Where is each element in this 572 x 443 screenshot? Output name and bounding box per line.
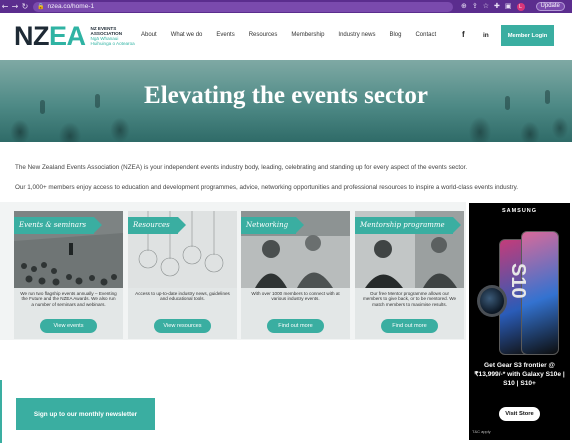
nav-item-membership[interactable]: Membership: [291, 32, 324, 38]
card-tag: Events & seminars: [14, 217, 103, 234]
browser-toolbar: ← → ↻ 🔒 nzea.co/home-1 ⊕ ⇪ ☆ ✚ ▣ L Updat…: [0, 0, 572, 13]
view-events-button[interactable]: View events: [40, 319, 97, 333]
logo-line: Huihuinga o Aotearoa: [90, 41, 135, 46]
accent-strip: [0, 380, 2, 443]
arrow-right-icon[interactable]: →: [10, 0, 20, 13]
nav-item-blog[interactable]: Blog: [389, 32, 401, 38]
logo-main: NZ: [14, 21, 50, 51]
intro-paragraph: Our 1,000+ members enjoy access to educa…: [15, 184, 519, 191]
ad-model-text: S10: [507, 263, 529, 299]
card-networking: Networking With over 1000 members to con…: [241, 211, 350, 339]
arrow-left-icon[interactable]: ←: [0, 0, 10, 13]
hero-title: Elevating the events sector: [144, 82, 428, 109]
extension-puzzle-icon[interactable]: ✚: [494, 0, 500, 13]
lock-icon: 🔒: [37, 3, 45, 10]
card-tag: Networking: [241, 217, 305, 234]
smartwatch-image: [477, 285, 507, 317]
zoom-icon[interactable]: ⊕: [461, 0, 467, 13]
reload-icon[interactable]: ↻: [20, 0, 30, 13]
card-description: Our free Mentor programme allows our mem…: [362, 291, 457, 307]
linkedin-icon[interactable]: in: [483, 32, 489, 39]
card-description: With over 1000 members to connect with a…: [251, 291, 340, 302]
member-login-button[interactable]: Member Login: [501, 25, 554, 46]
card-tag: Resources: [128, 217, 186, 234]
nav-item-contact[interactable]: Contact: [415, 32, 436, 38]
card-tag: Mentorship programme: [355, 217, 461, 234]
nav-item-what-we-do[interactable]: What we do: [171, 32, 203, 38]
find-out-more-mentorship-button[interactable]: Find out more: [381, 319, 438, 333]
share-icon[interactable]: ⇪: [472, 0, 478, 13]
nav-item-about[interactable]: About: [141, 32, 157, 38]
card-description: Access to up-to-date industry news, guid…: [135, 291, 230, 302]
ad-brand: SAMSUNG: [501, 208, 538, 214]
sidebar-icon[interactable]: ▣: [505, 0, 512, 13]
bookmark-star-icon[interactable]: ☆: [483, 0, 489, 13]
nav-item-resources[interactable]: Resources: [249, 32, 278, 38]
nzea-logo[interactable]: NZEA NZ EVENTS ASSOCIATION Ngā Whanaui H…: [14, 23, 135, 50]
nav-item-industry-news[interactable]: Industry news: [338, 32, 375, 38]
samsung-advertisement[interactable]: SAMSUNG S10 Get Gear S3 frontier @ ₹13,9…: [469, 203, 570, 440]
card-mentorship: Mentorship programme Our free Mentor pro…: [355, 211, 464, 339]
find-out-more-networking-button[interactable]: Find out more: [267, 319, 324, 333]
main-nav: About What we do Events Resources Member…: [141, 32, 450, 38]
ad-terms: T&C apply: [472, 429, 491, 434]
ad-headline: Get Gear S3 frontier @ ₹13,999/-* with G…: [474, 362, 565, 387]
url-text[interactable]: nzea.co/home-1: [47, 3, 94, 10]
logo-accent: EA: [49, 21, 86, 51]
site-header: NZEA NZ EVENTS ASSOCIATION Ngā Whanaui H…: [0, 13, 572, 60]
update-button[interactable]: Update: [535, 2, 565, 11]
view-resources-button[interactable]: View resources: [154, 319, 211, 333]
newsletter-signup-button[interactable]: Sign up to our monthly newsletter: [16, 398, 155, 430]
card-events: Events & seminars We run two flagship ev…: [14, 211, 123, 339]
intro-paragraph: The New Zealand Events Association (NZEA…: [15, 164, 468, 171]
address-bar[interactable]: 🔒 nzea.co/home-1: [33, 1, 453, 12]
nav-item-events[interactable]: Events: [216, 32, 234, 38]
hero-banner: Elevating the events sector: [0, 60, 572, 142]
profile-avatar[interactable]: L: [516, 2, 525, 11]
visit-store-button[interactable]: Visit Store: [499, 407, 540, 421]
card-resources: Resources Access to up-to-date industry …: [128, 211, 237, 339]
card-description: We run two flagship events annually – Ev…: [20, 291, 117, 307]
facebook-icon[interactable]: f: [462, 30, 465, 39]
